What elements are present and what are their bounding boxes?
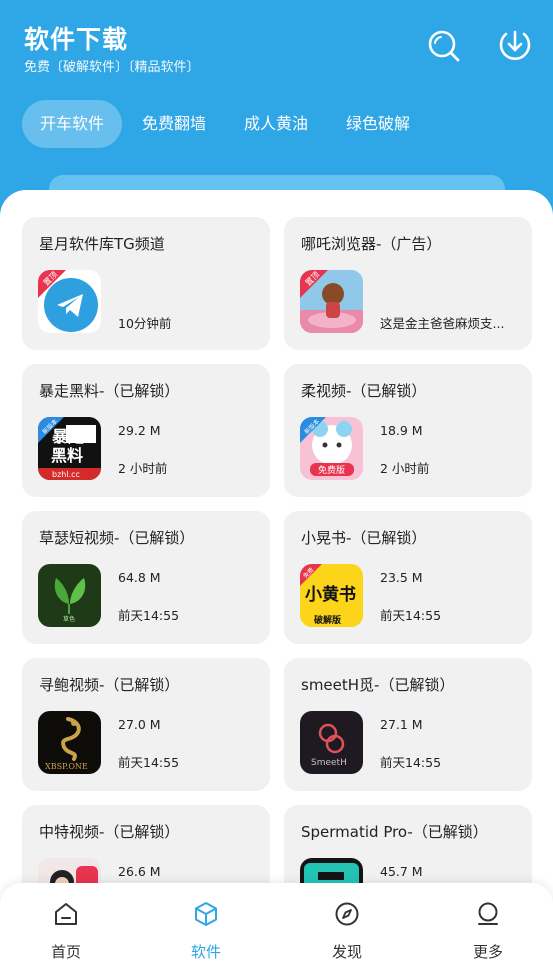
dragon-icon: XBSP.ONE <box>38 711 101 774</box>
icon-text: 黑料 <box>51 446 83 465</box>
card-description: 这是金主爸爸麻烦支... <box>380 316 505 331</box>
app-list: 星月软件库TG频道 置顶 10分钟前 哪吒浏览器-（广告） 置顶 这是金主爸爸麻… <box>0 190 553 971</box>
tab-kaiche[interactable]: 开车软件 <box>22 100 123 148</box>
card-title: smeetH觅-（已解锁） <box>301 676 455 694</box>
box-icon <box>195 902 217 926</box>
card-time: 前天14:55 <box>380 755 442 770</box>
rou-icon: 免费版 新版本 <box>300 417 363 480</box>
category-tabs: 开车软件 免费翻墙 成人黄油 绿色破解 <box>22 100 430 148</box>
nav-discover[interactable]: 发现 <box>307 883 387 971</box>
page-subtitle: 免费〔破解软件〕〔精品软件〕 <box>24 60 200 75</box>
page-title: 软件下载 <box>24 25 129 54</box>
card-title: 暴走黑料-（已解锁） <box>39 382 180 400</box>
card-title: 草瑟短视频-（已解锁） <box>39 529 195 547</box>
icon-text: 草色 <box>63 615 75 623</box>
app-card-xingyue[interactable]: 星月软件库TG频道 置顶 10分钟前 <box>22 217 270 350</box>
icon-text: 小黄书 <box>305 584 356 605</box>
leaf-icon: 草色 <box>38 564 101 627</box>
card-size: 18.9 M <box>380 423 423 438</box>
card-time: 前天14:55 <box>118 608 180 623</box>
bottom-nav: 首页 软件 发现 更多 <box>0 883 553 971</box>
card-time: 前天14:55 <box>118 755 180 770</box>
nav-label: 发现 <box>331 943 362 961</box>
card-title: Spermatid Pro-（已解锁） <box>301 823 488 841</box>
card-title: 星月软件库TG频道 <box>39 235 165 253</box>
compass-icon <box>335 902 359 926</box>
card-time: 10分钟前 <box>118 316 172 331</box>
profile-icon <box>478 902 498 925</box>
app-card-xunbao[interactable]: 寻鲍视频-（已解锁） XBSP.ONE 27.0 M 前天14:55 <box>22 658 270 791</box>
card-title: 柔视频-（已解锁） <box>301 382 427 400</box>
app-card-nezha[interactable]: 哪吒浏览器-（广告） 置顶 这是金主爸爸麻烦支... <box>284 217 532 350</box>
card-size: 26.6 M <box>118 864 161 879</box>
search-icon[interactable] <box>426 28 460 62</box>
download-icon[interactable] <box>498 28 532 62</box>
app-card-rou[interactable]: 柔视频-（已解锁） 免费版 新版本 18.9 M 2 小时前 <box>284 364 532 497</box>
card-time: 2 小时前 <box>118 461 168 476</box>
card-time: 2 小时前 <box>380 461 430 476</box>
nav-software[interactable]: 软件 <box>166 883 246 971</box>
card-size: 23.5 M <box>380 570 423 585</box>
icon-text: bzhl.cc <box>52 470 80 479</box>
tab-huangyou[interactable]: 成人黄油 <box>226 100 326 148</box>
nezha-icon: 置顶 <box>300 270 363 333</box>
icon-text: 免费版 <box>318 464 345 476</box>
nav-more[interactable]: 更多 <box>448 883 528 971</box>
icon-text: 暴走 <box>51 427 84 446</box>
icon-text: 破解版 <box>314 614 341 626</box>
tab-fanqiang[interactable]: 免费翻墙 <box>124 100 224 148</box>
card-time: 前天14:55 <box>380 608 442 623</box>
tab-pojie[interactable]: 绿色破解 <box>328 100 428 148</box>
nav-label: 首页 <box>50 943 81 961</box>
card-title: 寻鲍视频-（已解锁） <box>39 676 180 694</box>
xiaohuangshu-icon: 小黄书 破解版 免费 <box>300 564 363 627</box>
icon-text: SmeetH <box>311 758 347 768</box>
card-title: 哪吒浏览器-（广告） <box>301 235 442 253</box>
nav-home[interactable]: 首页 <box>26 883 106 971</box>
card-title: 小晃书-（已解锁） <box>301 529 427 547</box>
card-size: 64.8 M <box>118 570 161 585</box>
app-card-smeeth[interactable]: smeetH觅-（已解锁） SmeetH 27.1 M 前天14:55 <box>284 658 532 791</box>
baozou-icon: 暴走 黑料 bzhl.cc 新版本 <box>38 417 101 480</box>
app-card-caose[interactable]: 草瑟短视频-（已解锁） 草色 64.8 M 前天14:55 <box>22 511 270 644</box>
card-title: 中特视频-（已解锁） <box>39 823 180 841</box>
smeeth-icon: SmeetH <box>300 711 363 774</box>
card-size: 27.0 M <box>118 717 161 732</box>
nav-label: 更多 <box>472 943 503 961</box>
card-size: 45.7 M <box>380 864 423 879</box>
nav-label: 软件 <box>190 943 221 961</box>
card-size: 29.2 M <box>118 423 161 438</box>
telegram-icon: 置顶 <box>38 270 101 333</box>
app-card-baozou[interactable]: 暴走黑料-（已解锁） 暴走 黑料 bzhl.cc 新版本 29.2 M 2 小时… <box>22 364 270 497</box>
home-icon <box>55 903 77 925</box>
icon-text: XBSP.ONE <box>45 762 88 771</box>
app-card-xiaohuangshu[interactable]: 小晃书-（已解锁） 小黄书 破解版 免费 23.5 M 前天14:55 <box>284 511 532 644</box>
card-size: 27.1 M <box>380 717 423 732</box>
